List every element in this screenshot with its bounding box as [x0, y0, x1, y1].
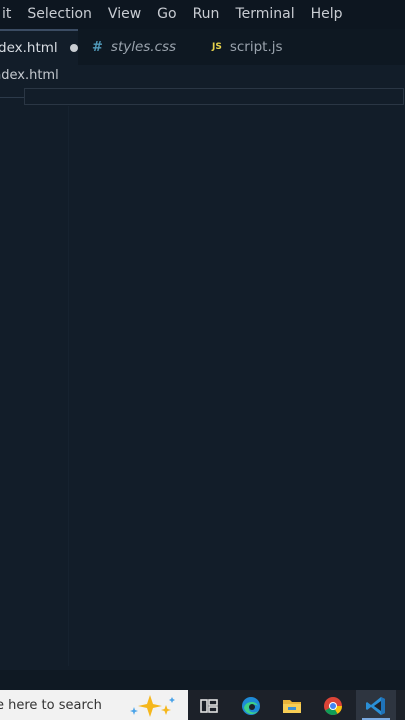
menu-view[interactable]: View [100, 0, 149, 29]
gutter-indicator [0, 97, 24, 98]
unsaved-dot-icon[interactable] [69, 44, 78, 52]
file-explorer-icon[interactable] [281, 695, 303, 717]
edge-icon[interactable] [240, 695, 262, 717]
tab-label: dex.html [0, 40, 58, 56]
tab-styles-css[interactable]: # styles.css [92, 29, 202, 65]
tab-index-html[interactable]: dex.html [0, 29, 78, 65]
vscode-window: it Selection View Go Run Terminal Help d… [0, 0, 405, 720]
vscode-icon[interactable] [365, 695, 387, 717]
chrome-icon[interactable] [322, 695, 344, 717]
breadcrumb: ndex.html [0, 65, 59, 87]
css-file-icon: # [92, 39, 103, 55]
sparkle-icon[interactable] [128, 693, 182, 719]
menu-help[interactable]: Help [303, 0, 351, 29]
search-placeholder: e here to search [0, 697, 102, 713]
editor-tab-bar: dex.html # styles.css JS script.js [0, 29, 405, 65]
indent-guide [68, 106, 69, 666]
current-line-highlight [24, 88, 404, 105]
status-area [0, 670, 405, 690]
task-view-icon[interactable] [198, 695, 220, 717]
menu-edit[interactable]: it [0, 0, 19, 29]
menu-run[interactable]: Run [185, 0, 228, 29]
breadcrumb-file[interactable]: ndex.html [0, 68, 59, 83]
windows-taskbar: e here to search [0, 690, 405, 720]
menu-go[interactable]: Go [149, 0, 184, 29]
menu-selection[interactable]: Selection [19, 0, 100, 29]
tab-label: script.js [229, 39, 283, 55]
tab-label: styles.css [110, 39, 177, 55]
js-file-icon: JS [212, 42, 222, 52]
menu-terminal[interactable]: Terminal [227, 0, 302, 29]
code-editor[interactable] [0, 87, 405, 670]
menu-bar: it Selection View Go Run Terminal Help [0, 0, 405, 29]
tab-script-js[interactable]: JS script.js [212, 29, 312, 65]
